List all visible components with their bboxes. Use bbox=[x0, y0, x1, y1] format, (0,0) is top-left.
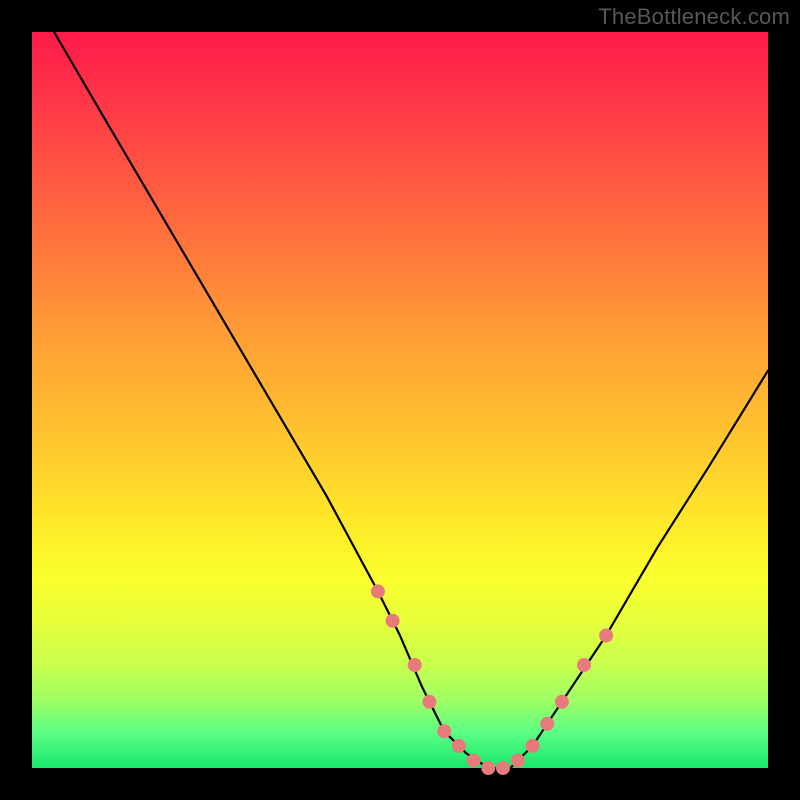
threshold-dot bbox=[526, 739, 540, 753]
curve-svg bbox=[32, 32, 768, 768]
bottleneck-curve bbox=[54, 32, 768, 768]
chart-stage: TheBottleneck.com bbox=[0, 0, 800, 800]
threshold-dot bbox=[496, 761, 510, 775]
threshold-dot bbox=[511, 754, 525, 768]
threshold-dot bbox=[577, 658, 591, 672]
threshold-dot bbox=[422, 695, 436, 709]
threshold-dot bbox=[452, 739, 466, 753]
threshold-dot bbox=[371, 584, 385, 598]
threshold-dot bbox=[467, 754, 481, 768]
threshold-dot bbox=[555, 695, 569, 709]
threshold-dot bbox=[408, 658, 422, 672]
threshold-dot bbox=[386, 614, 400, 628]
threshold-dot bbox=[437, 724, 451, 738]
plot-area bbox=[32, 32, 768, 768]
threshold-dot bbox=[540, 717, 554, 731]
threshold-dot bbox=[599, 629, 613, 643]
threshold-dot bbox=[481, 761, 495, 775]
attribution-text: TheBottleneck.com bbox=[598, 4, 790, 30]
